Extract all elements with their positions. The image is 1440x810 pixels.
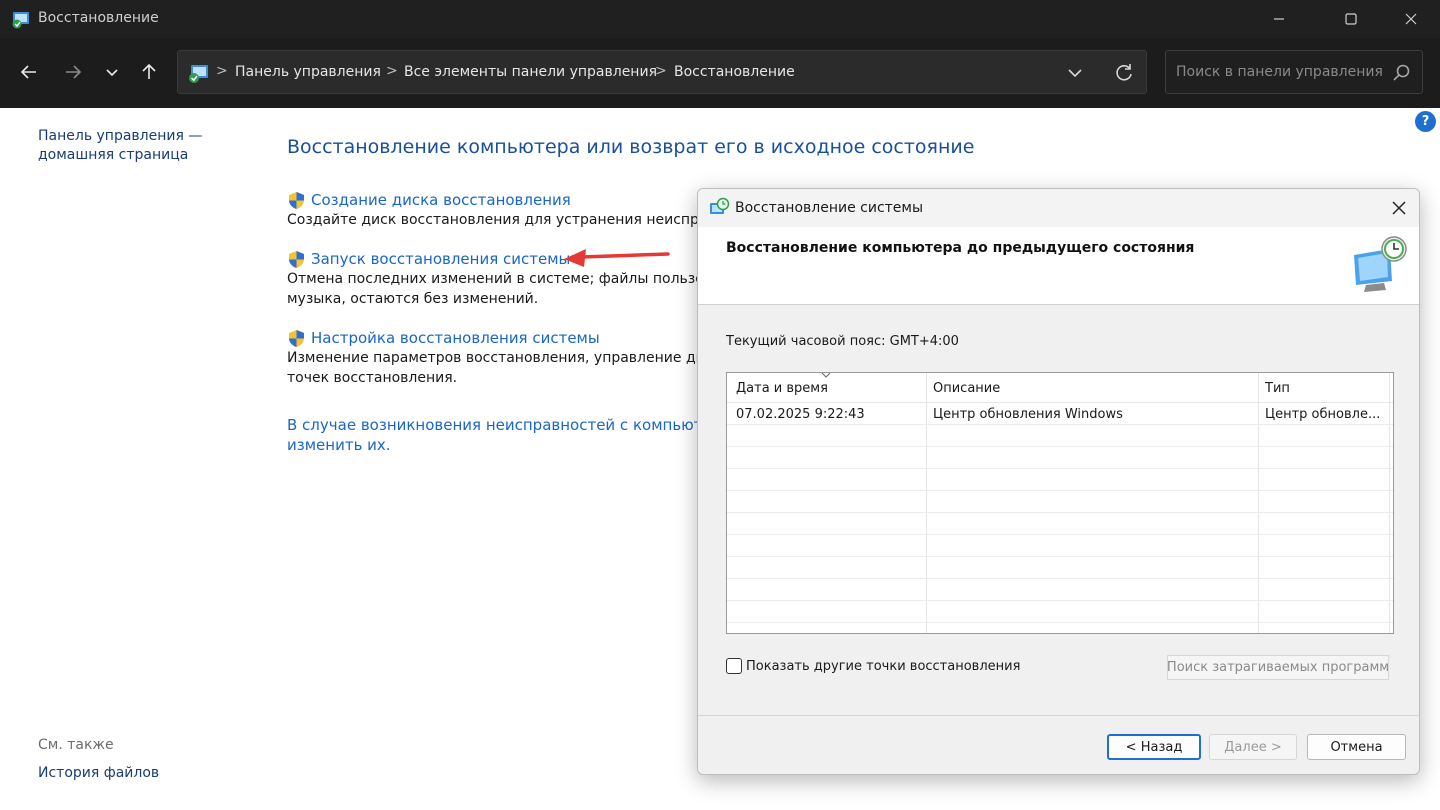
chevron-down-icon — [106, 69, 118, 77]
control-panel-app-icon — [12, 12, 29, 29]
maximize-icon — [1345, 13, 1357, 25]
troubleshoot-link-line2: изменить их. — [287, 436, 391, 454]
sidebar-home-link[interactable]: Панель управления — домашняя страница — [38, 127, 238, 165]
dialog-titlebar: Восстановление системы — [698, 189, 1419, 227]
troubleshoot-link[interactable]: В случае возникновения неисправностей с … — [287, 415, 707, 455]
dialog-header: Восстановление компьютера до предыдущего… — [698, 227, 1419, 305]
system-restore-dialog: Восстановление системы Восстановление ко… — [697, 188, 1420, 775]
dialog-separator — [698, 715, 1419, 716]
column-header-date[interactable]: Дата и время — [736, 381, 828, 396]
scan-affected-programs-button[interactable]: Поиск затрагиваемых программ — [1167, 655, 1389, 680]
close-button[interactable] — [1388, 0, 1434, 38]
configure-system-restore-link[interactable]: Настройка восстановления системы — [311, 329, 600, 347]
recovery-drive-description: Создайте диск восстановления для устране… — [287, 212, 707, 228]
refresh-icon[interactable] — [1112, 61, 1136, 85]
empty-row — [727, 535, 1393, 557]
next-button[interactable]: Далее > — [1209, 734, 1297, 760]
create-recovery-drive-link[interactable]: Создание диска восстановления — [311, 191, 571, 209]
back-nav-button[interactable] — [14, 57, 44, 87]
restore-monitor-clock-icon — [1354, 236, 1407, 292]
recent-locations-button[interactable] — [97, 57, 127, 87]
empty-row — [727, 425, 1393, 447]
search-icon[interactable] — [1392, 63, 1412, 83]
uac-shield-icon — [289, 191, 304, 209]
row-date: 07.02.2025 9:22:43 — [736, 407, 865, 422]
empty-row — [727, 469, 1393, 491]
empty-row — [727, 513, 1393, 535]
up-nav-button[interactable] — [134, 57, 164, 87]
empty-row — [727, 491, 1393, 513]
breadcrumb-recovery[interactable]: Восстановление — [674, 64, 795, 80]
uac-shield-icon — [289, 250, 304, 268]
show-more-restore-points[interactable]: Показать другие точки восстановления — [726, 658, 1020, 674]
search-placeholder: Поиск в панели управления — [1176, 64, 1383, 80]
breadcrumb-control-panel[interactable]: Панель управления — [235, 64, 381, 80]
red-pointer-arrow-icon — [564, 249, 670, 267]
forward-nav-button[interactable] — [58, 57, 88, 87]
minimize-icon — [1274, 18, 1284, 20]
system-restore-icon — [710, 197, 730, 214]
minimize-button[interactable] — [1256, 0, 1302, 38]
maximize-button[interactable] — [1328, 0, 1374, 38]
see-also-label: См. также — [38, 737, 114, 753]
arrow-left-icon — [20, 65, 36, 79]
file-history-link[interactable]: История файлов — [38, 765, 159, 781]
show-more-label[interactable]: Показать другие точки восстановления — [746, 659, 1020, 674]
search-input[interactable]: Поиск в панели управления — [1165, 50, 1423, 94]
dialog-heading: Восстановление компьютера до предыдущего… — [726, 240, 1195, 256]
recovery-drive-section: Создание диска восстановления Создайте д… — [287, 190, 707, 230]
window-titlebar: Восстановление — [0, 0, 1440, 38]
help-icon[interactable]: ? — [1415, 111, 1436, 132]
empty-row — [727, 579, 1393, 601]
timezone-label: Текущий часовой пояс: GMT+4:00 — [726, 334, 959, 349]
empty-row — [727, 601, 1393, 623]
uac-shield-icon — [289, 329, 304, 347]
close-icon[interactable] — [1388, 197, 1410, 219]
troubleshoot-link-line1: В случае возникновения неисправностей с … — [287, 416, 707, 434]
list-header: Дата и время Описание Тип — [727, 372, 1393, 403]
arrow-right-icon — [66, 65, 82, 79]
back-button[interactable]: < Назад — [1107, 734, 1201, 760]
system-restore-description-line2: музыка, остаются без изменений. — [287, 291, 539, 307]
system-restore-description: Отмена последних изменений в системе; фа… — [287, 271, 707, 287]
empty-row — [727, 447, 1393, 469]
row-type: Центр обновле... — [1265, 407, 1381, 422]
control-panel-icon — [189, 65, 208, 83]
close-icon — [1405, 13, 1417, 25]
dialog-title: Восстановление системы — [735, 200, 924, 216]
breadcrumb-all-items[interactable]: Все элементы панели управления — [404, 64, 657, 80]
show-more-checkbox[interactable] — [726, 658, 742, 674]
address-bar[interactable]: > Панель управления > Все элементы панел… — [177, 50, 1147, 94]
page-title: Восстановление компьютера или возврат ег… — [287, 136, 975, 158]
arrow-up-icon — [142, 63, 156, 79]
column-header-type[interactable]: Тип — [1265, 381, 1290, 396]
breadcrumb-separator: > — [386, 63, 398, 79]
configure-restore-section: Настройка восстановления системы Изменен… — [287, 328, 707, 388]
open-system-restore-link[interactable]: Запуск восстановления системы — [311, 250, 570, 268]
column-header-description[interactable]: Описание — [933, 381, 1000, 396]
table-row[interactable]: 07.02.2025 9:22:43 Центр обновления Wind… — [727, 403, 1393, 425]
empty-row — [727, 557, 1393, 579]
breadcrumb-separator: > — [655, 63, 667, 79]
address-dropdown-icon[interactable] — [1063, 63, 1087, 83]
breadcrumb-separator: > — [216, 63, 228, 79]
sort-descending-icon — [821, 372, 831, 378]
navigation-bar: > Панель управления > Все элементы панел… — [0, 38, 1440, 108]
row-description: Центр обновления Windows — [933, 407, 1123, 422]
configure-restore-description-line2: точек восстановления. — [287, 370, 458, 386]
configure-restore-description: Изменение параметров восстановления, упр… — [287, 350, 707, 366]
restore-points-list[interactable]: Дата и время Описание Тип 07.02.2025 9:2… — [726, 372, 1394, 634]
window-title: Восстановление — [38, 10, 159, 26]
cancel-button[interactable]: Отмена — [1307, 734, 1406, 760]
